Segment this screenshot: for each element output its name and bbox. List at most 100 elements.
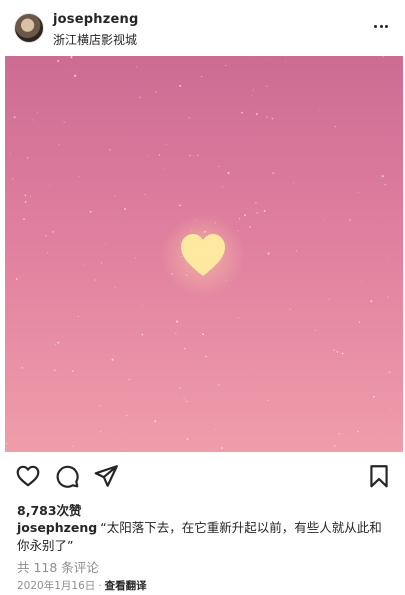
star-dot — [333, 349, 335, 352]
star-dot — [227, 172, 230, 174]
star-dot — [83, 264, 86, 266]
bookmark-icon[interactable] — [366, 463, 392, 489]
star-dot — [265, 85, 268, 88]
star-dot — [244, 214, 246, 217]
star-dot — [319, 109, 321, 111]
star-dot — [121, 450, 123, 452]
star-dot — [139, 96, 142, 99]
star-dot — [252, 89, 255, 91]
heart-outline-icon[interactable] — [15, 463, 41, 489]
action-bar — [0, 460, 405, 494]
star-dot — [24, 201, 27, 203]
star-dot — [72, 445, 74, 448]
star-dot — [179, 84, 182, 87]
star-dot — [263, 210, 266, 212]
star-dot — [53, 369, 56, 372]
star-dot — [144, 194, 146, 196]
star-dot — [100, 431, 102, 433]
star-dot — [217, 384, 220, 386]
star-dot — [158, 154, 161, 156]
star-dot — [249, 226, 251, 228]
star-dot — [179, 204, 181, 207]
star-dot — [341, 352, 344, 355]
star-dot — [54, 343, 57, 346]
star-dot — [74, 74, 77, 77]
star-dot — [256, 212, 259, 214]
avatar[interactable] — [14, 13, 44, 43]
star-dot — [323, 218, 325, 220]
star-dot — [37, 112, 38, 114]
star-dot — [58, 143, 60, 146]
star-dot — [154, 420, 157, 423]
star-dot — [63, 121, 65, 123]
star-dot — [189, 154, 191, 157]
star-dot — [21, 366, 24, 369]
star-dot — [147, 154, 149, 156]
star-dot — [205, 355, 207, 358]
star-dot — [370, 300, 373, 303]
star-dot — [111, 358, 114, 361]
star-dot — [32, 119, 34, 121]
star-dot — [70, 56, 73, 59]
star-dot — [125, 414, 128, 417]
location[interactable]: 浙江横店影视城 — [53, 31, 137, 48]
star-dot — [255, 112, 258, 116]
star-dot — [336, 351, 339, 353]
username[interactable]: josephzeng — [53, 12, 138, 27]
star-dot — [357, 191, 360, 193]
star-dot — [185, 400, 188, 403]
star-dot — [89, 210, 92, 213]
post-meta: 2020年1月16日 · 查看翻译 — [17, 578, 147, 593]
view-comments-link[interactable]: 共 118 条评论 — [17, 557, 99, 576]
star-dot — [265, 58, 266, 60]
star-dot — [188, 117, 190, 119]
star-dot — [237, 230, 239, 232]
star-dot — [114, 195, 116, 197]
star-dot — [186, 437, 189, 441]
star-dot — [45, 234, 48, 237]
caption-username[interactable]: josephzeng — [17, 520, 97, 535]
star-dot — [295, 250, 298, 252]
star-dot — [77, 315, 79, 317]
star-dot — [222, 186, 224, 188]
star-dot — [15, 278, 18, 281]
star-dot — [123, 207, 127, 211]
paper-plane-icon[interactable] — [93, 463, 119, 489]
star-dot — [49, 185, 51, 187]
separator: · — [98, 580, 102, 592]
star-dot — [218, 165, 220, 168]
star-dot — [35, 404, 37, 406]
caption: josephzeng “太阳落下去，在它重新升起以前，有些人就从此和你永别了” — [17, 519, 392, 555]
post-image[interactable] — [5, 56, 403, 452]
star-dot — [357, 430, 359, 433]
like-count[interactable]: 8,783次赞 — [17, 500, 82, 519]
star-dot — [314, 329, 317, 331]
comment-bubble-icon[interactable] — [54, 463, 80, 489]
star-dot — [114, 287, 116, 289]
star-dot — [214, 429, 216, 430]
star-dot — [94, 279, 97, 281]
star-dot — [247, 207, 249, 209]
star-dot — [52, 230, 55, 233]
star-dot — [239, 218, 241, 220]
star-dot — [360, 280, 362, 282]
star-dot — [165, 143, 167, 146]
star-dot — [237, 316, 240, 319]
star-dot — [271, 117, 274, 120]
translate-link[interactable]: 查看翻译 — [105, 580, 147, 592]
star-dot — [358, 321, 361, 323]
star-dot — [176, 320, 179, 323]
star-dot — [13, 116, 16, 119]
star-dot — [178, 387, 181, 389]
star-dot — [389, 409, 391, 411]
star-dot — [26, 156, 29, 159]
star-dot — [201, 76, 203, 78]
star-dot — [382, 56, 384, 58]
star-dot — [388, 371, 391, 374]
star-dot — [241, 111, 243, 114]
star-dot — [349, 219, 351, 221]
more-horizontal-icon[interactable] — [369, 16, 393, 36]
star-dot — [174, 332, 177, 335]
star-dot — [128, 378, 131, 381]
star-dot — [328, 298, 330, 301]
